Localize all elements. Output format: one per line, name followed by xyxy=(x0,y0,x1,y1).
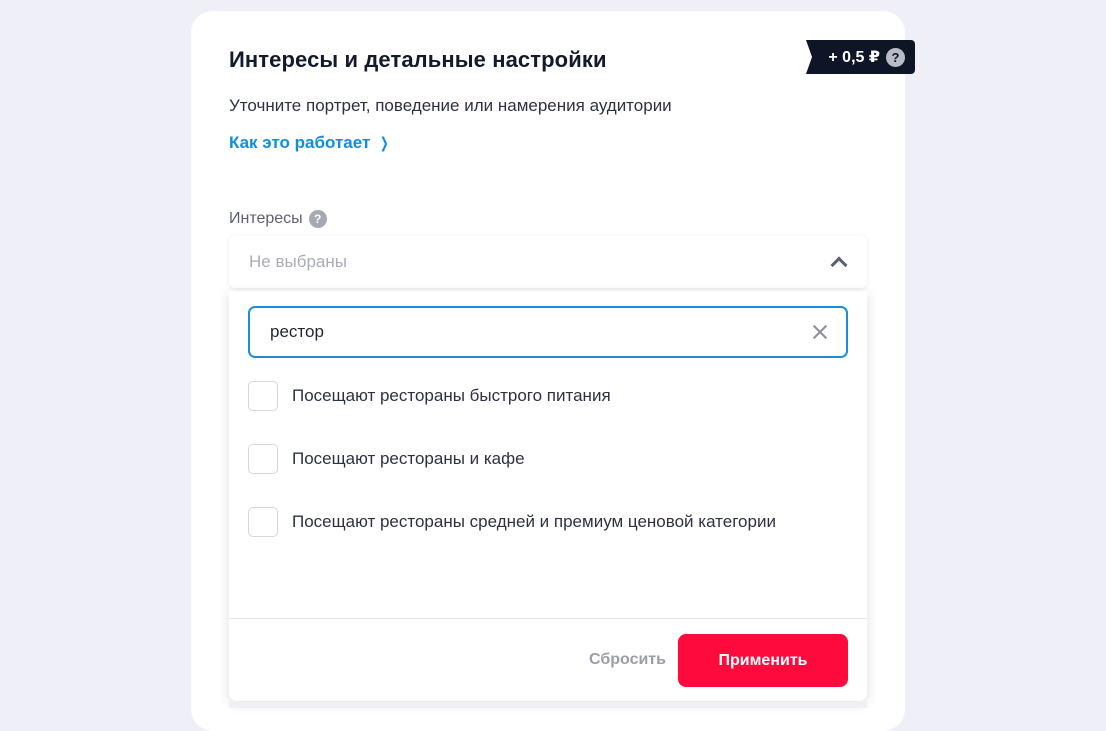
price-badge-value: + 0,5 ₽ xyxy=(828,49,880,66)
interests-search-input[interactable] xyxy=(270,322,812,342)
interests-label-text: Интересы xyxy=(229,210,303,227)
interests-label: Интересы ? xyxy=(229,210,327,228)
reset-button[interactable]: Сбросить xyxy=(589,651,666,669)
section-title: Интересы и детальные настройки xyxy=(229,47,607,72)
interest-option[interactable]: Посещают рестораны средней и премиум цен… xyxy=(248,507,776,537)
option-checkbox[interactable] xyxy=(248,381,278,411)
close-icon[interactable] xyxy=(812,324,828,340)
how-it-works-label: Как это работает xyxy=(229,133,371,152)
interest-option[interactable]: Посещают рестораны и кафе xyxy=(248,444,525,474)
chevron-up-icon[interactable] xyxy=(830,256,848,274)
interests-dropdown: Посещают рестораны быстрого питания Посе… xyxy=(229,291,867,701)
question-icon[interactable]: ? xyxy=(886,47,905,67)
option-label: Посещают рестораны быстрого питания xyxy=(292,386,611,405)
option-label: Посещают рестораны средней и премиум цен… xyxy=(292,512,776,531)
interests-select-value: Не выбраны xyxy=(249,252,347,271)
dropdown-divider xyxy=(229,618,867,619)
interests-search-field[interactable] xyxy=(248,306,848,358)
apply-button[interactable]: Применить xyxy=(678,634,848,687)
option-checkbox[interactable] xyxy=(248,444,278,474)
question-icon[interactable]: ? xyxy=(308,210,327,228)
interest-option[interactable]: Посещают рестораны быстрого питания xyxy=(248,381,611,411)
section-subtitle: Уточните портрет, поведение или намерени… xyxy=(229,96,672,115)
hidden-field-strip xyxy=(229,702,867,708)
interests-select[interactable]: Не выбраны xyxy=(229,236,867,288)
price-badge: + 0,5 ₽ ? xyxy=(806,40,915,74)
chevron-right-icon: ❯ xyxy=(380,135,389,152)
how-it-works-link[interactable]: Как это работает ❯ xyxy=(229,133,391,153)
option-label: Посещают рестораны и кафе xyxy=(292,449,525,468)
option-checkbox[interactable] xyxy=(248,507,278,537)
